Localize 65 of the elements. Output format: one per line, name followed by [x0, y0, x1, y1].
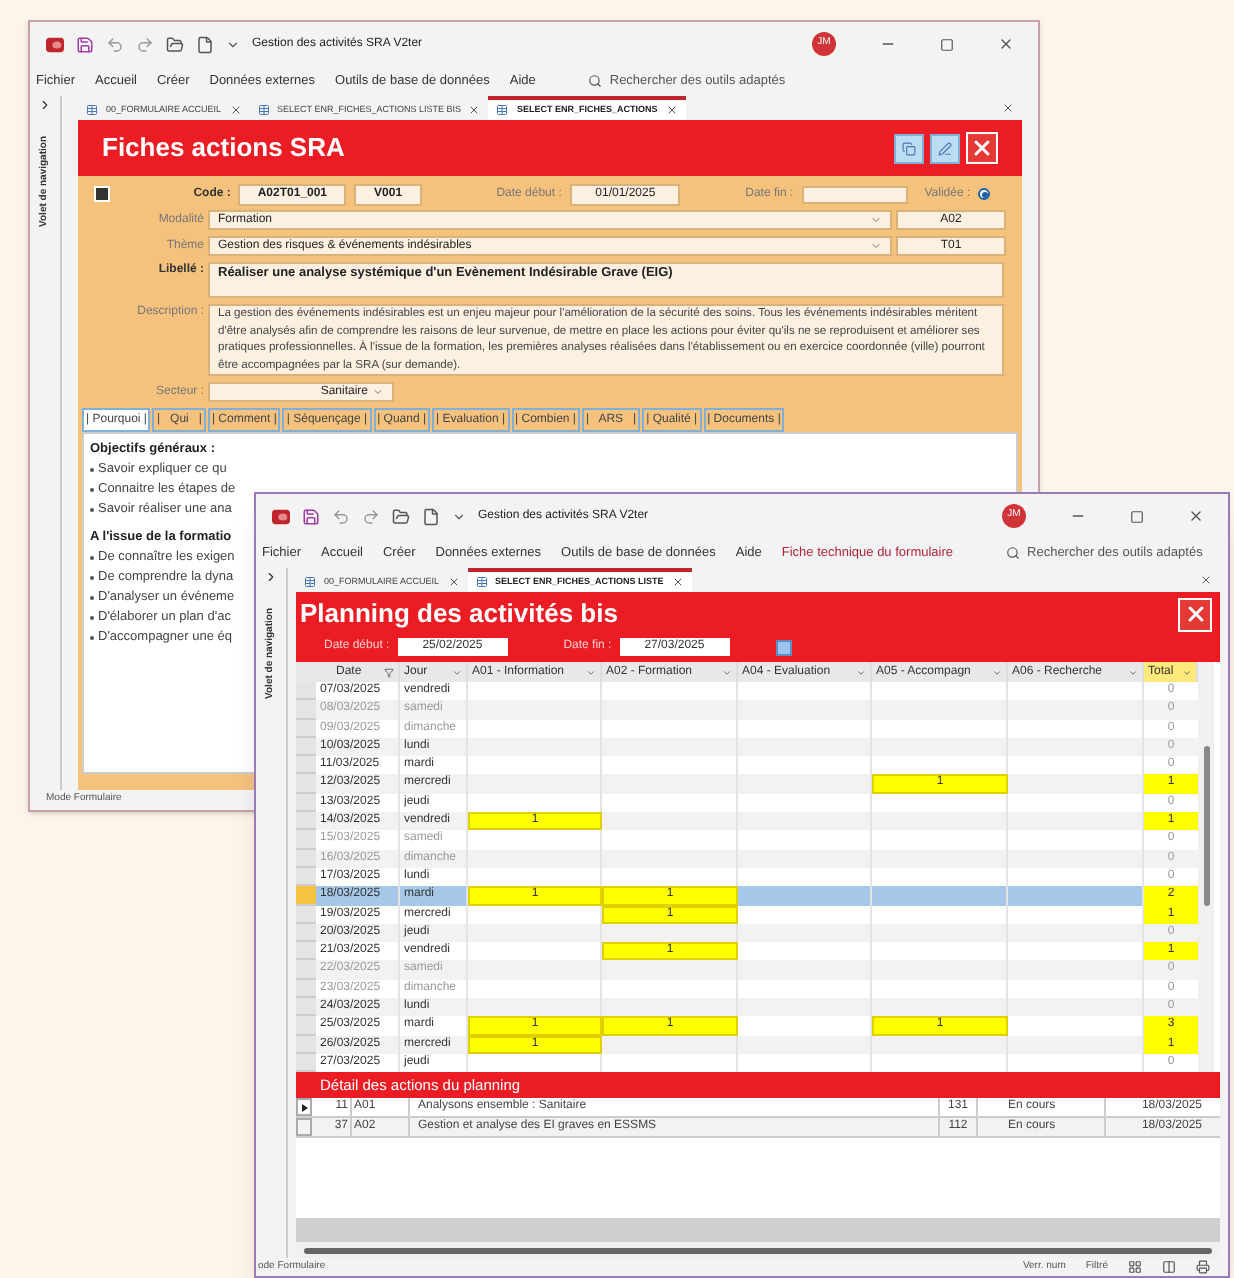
table-icon	[257, 104, 270, 116]
table-icon	[475, 576, 488, 588]
expand-icon[interactable]	[38, 98, 52, 112]
app-logo-icon	[46, 35, 64, 53]
caret-icon[interactable]	[452, 509, 466, 523]
record-icon	[94, 186, 110, 202]
caret-icon[interactable]	[226, 37, 240, 51]
maximize-icon[interactable]	[1130, 509, 1144, 523]
text-field[interactable]	[801, 185, 909, 203]
caret-icon	[870, 240, 882, 252]
radio-button[interactable]	[978, 188, 990, 200]
caret-icon	[722, 667, 732, 677]
form-view-icon[interactable]	[1128, 1260, 1142, 1274]
save-icon[interactable]	[302, 507, 320, 525]
layout-view-icon[interactable]	[1162, 1260, 1176, 1274]
table-icon	[496, 104, 509, 116]
close-icon[interactable]	[671, 576, 684, 588]
form-button[interactable]	[894, 133, 924, 163]
close-icon[interactable]	[998, 36, 1014, 52]
undo-icon[interactable]	[332, 507, 350, 525]
close-icon	[970, 136, 994, 160]
close-icon[interactable]	[1200, 574, 1212, 586]
caret-icon	[1182, 667, 1192, 677]
form-title: Fiches actions SRA	[102, 130, 345, 167]
close-button[interactable]	[1178, 597, 1212, 631]
caret-icon	[372, 386, 384, 398]
scrollbar[interactable]	[1198, 662, 1214, 1073]
folder-icon[interactable]	[392, 507, 410, 525]
caret-icon	[452, 667, 462, 677]
table-icon	[86, 104, 98, 116]
close-icon	[1183, 602, 1207, 626]
maximize-icon[interactable]	[940, 37, 954, 51]
close-icon[interactable]	[1188, 508, 1204, 524]
caret-icon	[856, 667, 866, 677]
redo-icon[interactable]	[362, 507, 380, 525]
row-selector[interactable]	[296, 1098, 312, 1117]
print-view-icon[interactable]	[1196, 1260, 1210, 1274]
filter-icon	[384, 667, 394, 677]
undo-icon[interactable]	[106, 35, 124, 53]
caret-icon	[586, 667, 596, 677]
form-button[interactable]	[930, 133, 960, 163]
redo-icon[interactable]	[136, 35, 154, 53]
close-icon[interactable]	[665, 104, 678, 116]
caret-icon	[870, 214, 882, 226]
expand-icon[interactable]	[264, 570, 278, 584]
caret-icon	[1128, 667, 1138, 677]
calendar-button[interactable]	[775, 639, 792, 655]
search-icon	[1005, 546, 1020, 560]
close-icon[interactable]	[468, 104, 481, 116]
close-button[interactable]	[966, 132, 998, 164]
save-icon[interactable]	[76, 35, 94, 53]
new-file-icon[interactable]	[196, 35, 214, 53]
close-icon[interactable]	[229, 104, 242, 116]
close-icon[interactable]	[447, 576, 460, 588]
caret-icon	[992, 667, 1002, 677]
table-icon	[304, 576, 316, 588]
copy-icon	[902, 141, 916, 155]
app-logo-icon	[272, 507, 290, 525]
close-icon[interactable]	[1002, 102, 1014, 114]
edit-icon	[938, 141, 952, 155]
search-icon	[587, 74, 602, 88]
current-row-icon	[301, 1103, 307, 1112]
form-title: Planning des activités bis	[300, 596, 618, 633]
folder-icon[interactable]	[166, 35, 184, 53]
new-file-icon[interactable]	[422, 507, 440, 525]
